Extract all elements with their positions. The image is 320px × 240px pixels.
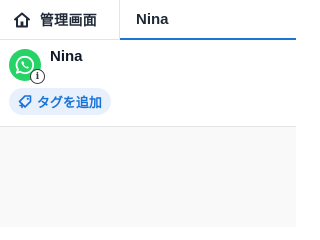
tab-contact-label: Nina	[136, 11, 169, 28]
app-window: 管理画面 Nina i Nina タグを追加	[0, 0, 296, 227]
add-tag-button[interactable]: タグを追加	[9, 88, 112, 115]
tab-admin-label: 管理画面	[40, 11, 98, 28]
contact-header-panel: i Nina タグを追加	[0, 40, 296, 127]
home-icon	[12, 10, 32, 30]
add-tag-label: タグを追加	[37, 95, 103, 110]
info-icon[interactable]: i	[30, 69, 45, 84]
tab-admin-home[interactable]: 管理画面	[0, 0, 120, 39]
avatar[interactable]: i	[9, 49, 45, 84]
tab-bar: 管理画面 Nina	[0, 0, 296, 40]
tag-add-icon	[18, 94, 32, 108]
tab-contact-nina[interactable]: Nina	[120, 0, 296, 40]
contact-name: Nina	[50, 48, 83, 65]
